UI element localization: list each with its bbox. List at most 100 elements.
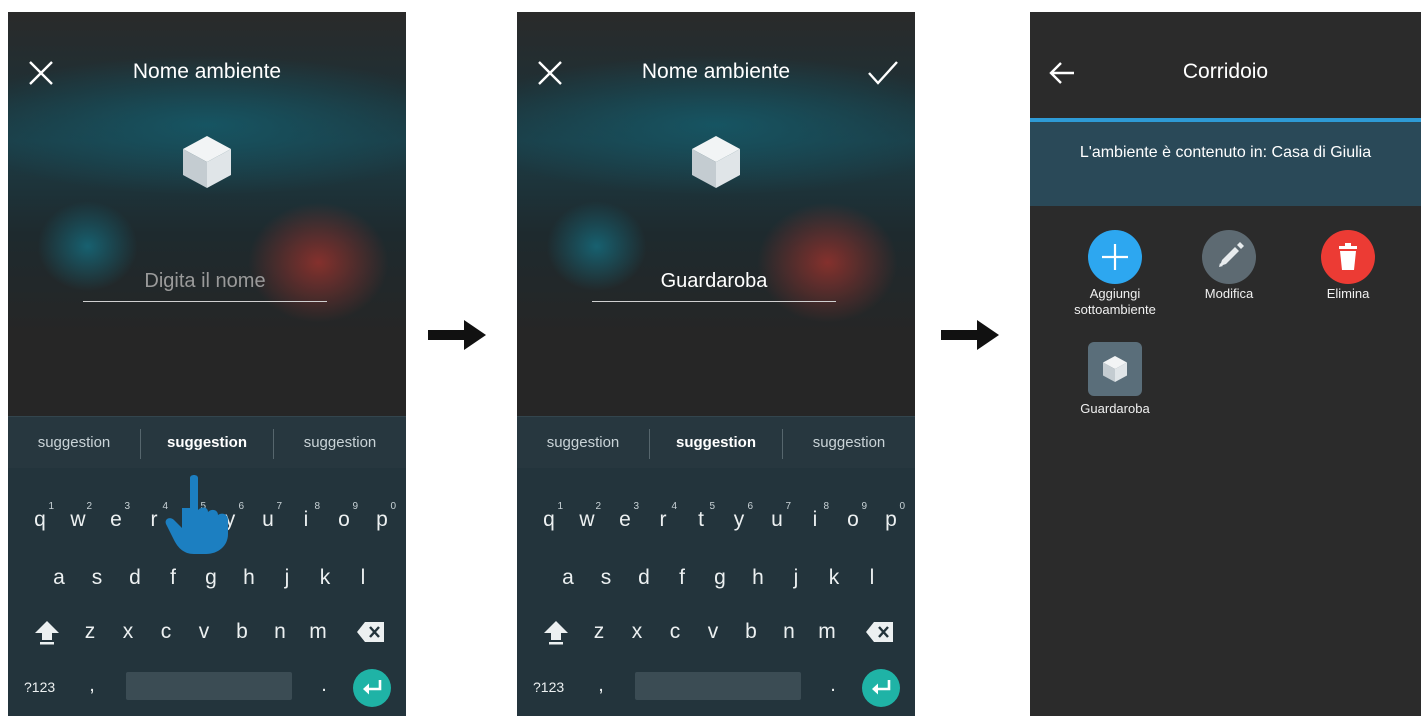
- key-hint-number: 4: [671, 501, 677, 512]
- key-m[interactable]: m: [809, 612, 845, 652]
- cube-icon: [183, 136, 231, 188]
- key-i[interactable]: i8: [288, 500, 324, 540]
- key-e[interactable]: e3: [98, 500, 134, 540]
- key-x[interactable]: x: [619, 612, 655, 652]
- key-w[interactable]: w2: [569, 500, 605, 540]
- key-p[interactable]: p0: [364, 500, 400, 540]
- key-hint-number: 8: [823, 501, 829, 512]
- key-c[interactable]: c: [148, 612, 184, 652]
- key-y[interactable]: y6: [721, 500, 757, 540]
- key-hint-number: 9: [861, 501, 867, 512]
- room-name-input[interactable]: Digita il nome: [83, 270, 327, 302]
- key-l[interactable]: l: [345, 558, 381, 598]
- key-a[interactable]: a: [41, 558, 77, 598]
- key-o[interactable]: o9: [835, 500, 871, 540]
- action-label: Modifica: [1204, 286, 1254, 301]
- key-s[interactable]: s: [588, 558, 624, 598]
- comma-key[interactable]: ,: [82, 670, 102, 700]
- symbols-key[interactable]: ?123: [24, 672, 68, 702]
- space-key[interactable]: [126, 672, 292, 700]
- suggestion-item[interactable]: suggestion: [8, 417, 140, 469]
- space-key[interactable]: [635, 672, 801, 700]
- shift-icon[interactable]: [32, 618, 62, 646]
- top-bar: Nome ambiente: [517, 50, 915, 94]
- key-n[interactable]: n: [771, 612, 807, 652]
- key-o[interactable]: o9: [326, 500, 362, 540]
- key-t[interactable]: t5: [683, 500, 719, 540]
- key-q[interactable]: q1: [22, 500, 58, 540]
- shift-icon[interactable]: [541, 618, 571, 646]
- action-label: sottoambiente: [1074, 302, 1156, 317]
- key-hint-number: 2: [595, 501, 601, 512]
- key-e[interactable]: e3: [607, 500, 643, 540]
- key-hint-number: 9: [352, 501, 358, 512]
- enter-icon: [363, 680, 382, 695]
- key-a[interactable]: a: [550, 558, 586, 598]
- check-icon[interactable]: [867, 60, 899, 86]
- key-l[interactable]: l: [854, 558, 890, 598]
- key-hint-number: 6: [238, 501, 244, 512]
- key-w[interactable]: w2: [60, 500, 96, 540]
- key-g[interactable]: g: [193, 558, 229, 598]
- screen-room-detail: Corridoio L'ambiente è contenuto in: Cas…: [1030, 12, 1421, 716]
- enter-key[interactable]: [862, 669, 900, 707]
- suggestion-item[interactable]: suggestion: [783, 417, 915, 469]
- key-q[interactable]: q1: [531, 500, 567, 540]
- key-hint-number: 3: [633, 501, 639, 512]
- enter-icon: [872, 680, 891, 695]
- backspace-icon[interactable]: [865, 620, 895, 644]
- period-key[interactable]: .: [314, 670, 334, 700]
- key-j[interactable]: j: [778, 558, 814, 598]
- key-u[interactable]: u7: [250, 500, 286, 540]
- cube-icon: [1103, 356, 1127, 382]
- key-n[interactable]: n: [262, 612, 298, 652]
- key-b[interactable]: b: [224, 612, 260, 652]
- suggestion-item[interactable]: suggestion: [141, 417, 273, 469]
- key-f[interactable]: f: [664, 558, 700, 598]
- key-h[interactable]: h: [231, 558, 267, 598]
- room-name-input[interactable]: Guardaroba: [592, 270, 836, 302]
- keyboard: suggestion suggestion suggestion q1w2e3r…: [8, 416, 406, 716]
- pencil-icon: [1219, 242, 1244, 267]
- backspace-icon[interactable]: [356, 620, 386, 644]
- symbols-key[interactable]: ?123: [533, 672, 577, 702]
- suggestion-item[interactable]: suggestion: [650, 417, 782, 469]
- key-hint-number: 2: [86, 501, 92, 512]
- key-hint-number: 0: [899, 501, 905, 512]
- key-s[interactable]: s: [79, 558, 115, 598]
- key-b[interactable]: b: [733, 612, 769, 652]
- add-subroom-button[interactable]: Aggiungi sottoambiente: [1065, 230, 1165, 316]
- key-r[interactable]: r4: [645, 500, 681, 540]
- key-v[interactable]: v: [186, 612, 222, 652]
- key-u[interactable]: u7: [759, 500, 795, 540]
- key-j[interactable]: j: [269, 558, 305, 598]
- key-c[interactable]: c: [657, 612, 693, 652]
- arrow-right-icon: [428, 320, 486, 350]
- key-z[interactable]: z: [581, 612, 617, 652]
- key-p[interactable]: p0: [873, 500, 909, 540]
- key-k[interactable]: k: [816, 558, 852, 598]
- screen-name-entry-filled: Nome ambiente Guardaroba suggestion sugg…: [517, 12, 915, 716]
- suggestion-item[interactable]: suggestion: [274, 417, 406, 469]
- screen-name-entry-empty: Nome ambiente Digita il nome suggestion …: [8, 12, 406, 716]
- key-m[interactable]: m: [300, 612, 336, 652]
- delete-button[interactable]: Elimina: [1298, 230, 1398, 300]
- period-key[interactable]: .: [823, 670, 843, 700]
- comma-key[interactable]: ,: [591, 670, 611, 700]
- key-h[interactable]: h: [740, 558, 776, 598]
- key-d[interactable]: d: [117, 558, 153, 598]
- top-bar: Nome ambiente: [8, 50, 406, 94]
- key-x[interactable]: x: [110, 612, 146, 652]
- key-f[interactable]: f: [155, 558, 191, 598]
- key-z[interactable]: z: [72, 612, 108, 652]
- key-i[interactable]: i8: [797, 500, 833, 540]
- add-circle: [1088, 230, 1142, 284]
- key-k[interactable]: k: [307, 558, 343, 598]
- subroom-tile[interactable]: Guardaroba: [1065, 342, 1165, 416]
- key-v[interactable]: v: [695, 612, 731, 652]
- suggestion-item[interactable]: suggestion: [517, 417, 649, 469]
- enter-key[interactable]: [353, 669, 391, 707]
- edit-button[interactable]: Modifica: [1179, 230, 1279, 300]
- key-d[interactable]: d: [626, 558, 662, 598]
- key-g[interactable]: g: [702, 558, 738, 598]
